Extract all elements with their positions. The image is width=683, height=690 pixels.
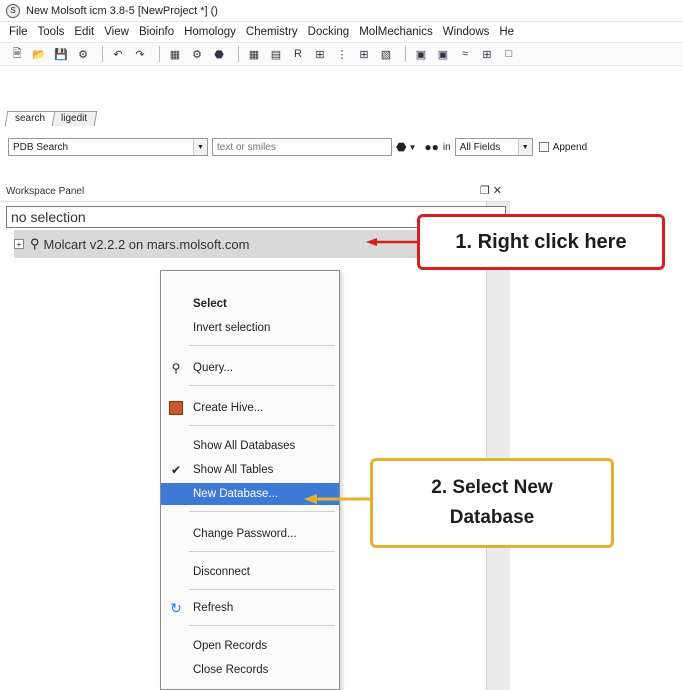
search-bar: PDB Search ▼ ⬣ ▼ ●● in All Fields ▼ Appe… — [0, 134, 683, 160]
tab-ligedit[interactable]: ligedit — [50, 111, 98, 126]
step2-callout: 2. Select New Database — [370, 458, 614, 548]
title-bar: S New Molsoft icm 3.8-5 [NewProject *] (… — [0, 0, 683, 22]
molecule-editor-icon[interactable]: ⬣ — [396, 140, 406, 154]
field-select[interactable]: All Fields ▼ — [454, 138, 533, 156]
menu-item-show-all-databases[interactable]: Show All Databases — [161, 435, 339, 457]
grid-blue-icon[interactable]: ▤ — [267, 45, 285, 63]
search-source-select[interactable]: PDB Search ▼ — [8, 138, 208, 156]
workspace-panel-title: Workspace Panel — [6, 186, 85, 197]
menu-help[interactable]: He — [494, 26, 519, 38]
molecule-icon[interactable]: ⬣ — [210, 45, 228, 63]
tab-search[interactable]: search — [4, 111, 56, 126]
menu-item-change-password[interactable]: Change Password... — [161, 523, 339, 545]
menu-edit[interactable]: Edit — [69, 26, 99, 38]
toolbar-separator — [102, 46, 103, 62]
window-icon[interactable]: □ — [500, 45, 518, 63]
menu-molmechanics[interactable]: MolMechanics — [354, 26, 438, 38]
new-file-icon[interactable]: 🗎 — [8, 45, 26, 63]
grid-green-icon[interactable]: ▦ — [245, 45, 263, 63]
append-label: Append — [552, 141, 588, 153]
refresh-icon: ↻ — [170, 599, 182, 616]
sequence-icon[interactable]: ▣ — [434, 45, 452, 63]
chevron-down-icon: ▼ — [517, 139, 532, 155]
menu-separator — [189, 625, 335, 626]
menu-view[interactable]: View — [99, 26, 134, 38]
window-title: New Molsoft icm 3.8-5 [NewProject *] () — [26, 4, 218, 17]
open-folder-icon[interactable]: 📂 — [30, 45, 48, 63]
step2-text: 2. Select New Database — [431, 477, 553, 528]
step1-arrow — [366, 238, 418, 246]
selection-text: no selection — [11, 209, 86, 225]
hive-icon — [169, 401, 183, 415]
app-icon: S — [6, 3, 20, 18]
menu-bar: File Tools Edit View Bioinfo Homology Ch… — [0, 22, 683, 42]
binoculars-icon[interactable]: ●● — [424, 140, 439, 154]
menu-separator — [189, 511, 335, 512]
checkmark-icon: ✔ — [170, 463, 182, 477]
toolbar-separator — [159, 46, 160, 62]
menu-separator — [189, 425, 335, 426]
redo-icon[interactable]: ↷ — [131, 45, 149, 63]
step1-text: 1. Right click here — [455, 230, 627, 253]
menu-file[interactable]: File — [4, 26, 33, 38]
pdb-file-icon[interactable]: ▣ — [412, 45, 430, 63]
pdb-icon[interactable]: ▦ — [166, 45, 184, 63]
undo-icon[interactable]: ↶ — [109, 45, 127, 63]
menu-item-create-hive[interactable]: Create Hive... — [161, 397, 339, 419]
r-icon[interactable]: R — [289, 45, 307, 63]
menu-item-refresh[interactable]: ↻ Refresh — [161, 597, 339, 619]
search-query-input[interactable] — [212, 138, 392, 156]
query-icon: ⚲ — [171, 361, 181, 375]
menu-separator — [189, 345, 335, 346]
menu-item-query[interactable]: ⚲ Query... — [161, 357, 339, 379]
menu-bioinfo[interactable]: Bioinfo — [134, 26, 179, 38]
search-source-value: PDB Search — [13, 141, 69, 153]
tree-node-label: Molcart v2.2.2 on mars.molsoft.com — [43, 236, 250, 252]
grid-icon[interactable]: ▧ — [377, 45, 395, 63]
menu-tools[interactable]: Tools — [33, 26, 70, 38]
workspace-panel-header: Workspace Panel ❐ ✕ — [0, 182, 510, 202]
panel-controls[interactable]: ❐ ✕ — [480, 184, 502, 197]
menu-separator — [189, 551, 335, 552]
append-checkbox[interactable] — [538, 142, 549, 152]
step1-callout: 1. Right click here — [417, 214, 665, 270]
toolbar-separator — [238, 46, 239, 62]
search-tabstrip: search ligedit — [0, 108, 683, 126]
save-icon[interactable]: 💾 — [52, 45, 70, 63]
menu-item-close-records[interactable]: Close Records — [161, 659, 339, 681]
menu-item-disconnect[interactable]: Disconnect — [161, 561, 339, 583]
alignment-icon[interactable]: ≈ — [456, 45, 474, 63]
panel-splitter[interactable] — [486, 202, 510, 690]
toolbar-separator — [405, 46, 406, 62]
menu-item-invert-selection[interactable]: Invert selection — [161, 317, 339, 339]
chevron-down-icon: ▼ — [193, 139, 207, 155]
chevron-down-icon[interactable]: ▼ — [408, 143, 416, 152]
expand-icon[interactable]: + — [14, 239, 24, 249]
menu-item-select[interactable]: Select — [161, 293, 339, 315]
menu-homology[interactable]: Homology — [179, 26, 241, 38]
structure-alt-icon[interactable]: ⊞ — [355, 45, 373, 63]
menu-item-show-all-tables[interactable]: ✔ Show All Tables — [161, 459, 339, 481]
molecule-search-icon[interactable]: ⚙ — [188, 45, 206, 63]
main-toolbar: 🗎 📂 💾 ⚙ ↶ ↷ ▦ ⚙ ⬣ ▦ ▤ R ⊞ ⋮ ⊞ ▧ ▣ ▣ ≈ ⊞ … — [0, 42, 683, 66]
menu-chemistry[interactable]: Chemistry — [241, 26, 303, 38]
field-select-value: All Fields — [459, 141, 501, 153]
in-label: in — [442, 141, 451, 153]
bond-icon[interactable]: ⋮ — [333, 45, 351, 63]
context-menu: Select Invert selection ⚲ Query... Creat… — [160, 270, 340, 690]
step2-arrow — [304, 494, 372, 504]
settings-icon[interactable]: ⚙ — [74, 45, 92, 63]
menu-separator — [189, 385, 335, 386]
table-icon[interactable]: ⊞ — [478, 45, 496, 63]
menu-separator — [189, 589, 335, 590]
database-search-icon: ⚲ — [30, 236, 40, 251]
menu-windows[interactable]: Windows — [438, 26, 495, 38]
menu-item-open-records[interactable]: Open Records — [161, 635, 339, 657]
structure-icon[interactable]: ⊞ — [311, 45, 329, 63]
menu-docking[interactable]: Docking — [303, 26, 355, 38]
